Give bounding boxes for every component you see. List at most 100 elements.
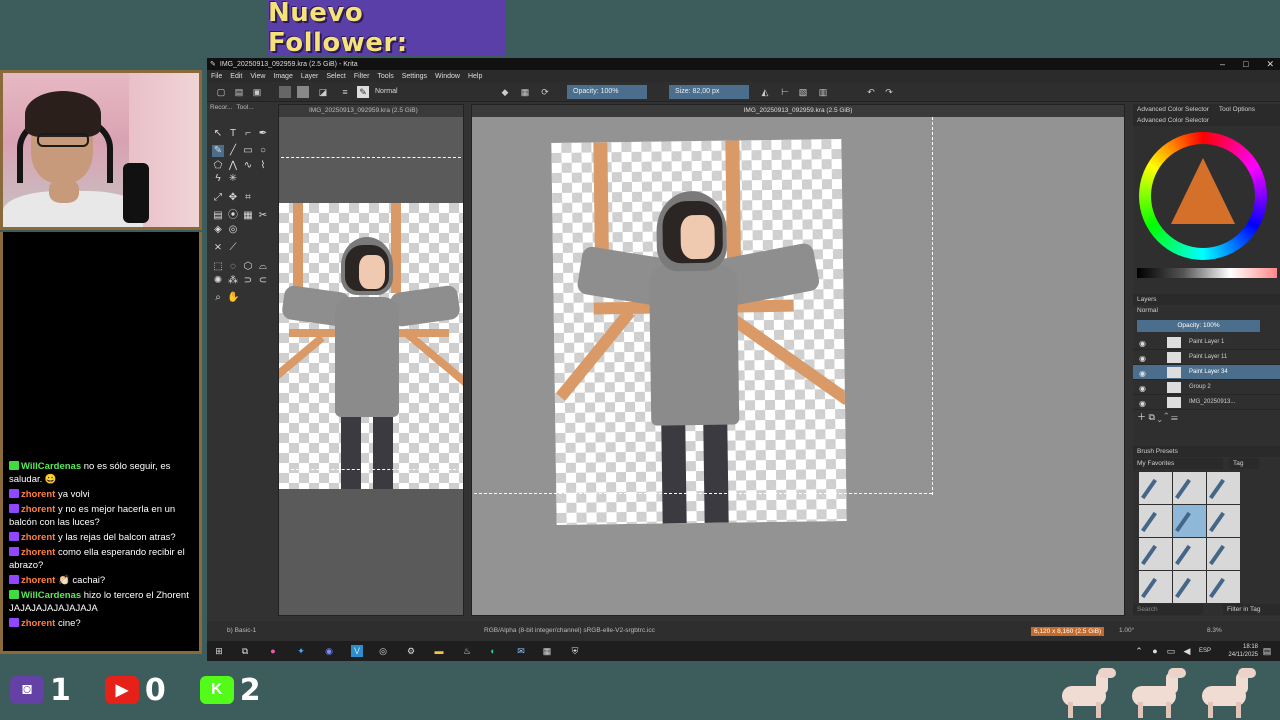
pattern-swatch[interactable] xyxy=(297,86,309,98)
rectangle-tool-icon[interactable]: ▭ xyxy=(242,145,254,157)
brush-preset-thumbnail[interactable] xyxy=(1207,472,1240,504)
color-triangle[interactable] xyxy=(1171,158,1235,224)
brush-preset-thumbnail[interactable] xyxy=(1207,505,1240,537)
docker-tab[interactable]: Tool... xyxy=(236,104,253,116)
menu-window[interactable]: Window xyxy=(435,73,460,80)
edit-shapes-icon[interactable]: ⌐ xyxy=(242,128,254,140)
menu-settings[interactable]: Settings xyxy=(402,73,427,80)
freehand-path-icon[interactable]: ⌇ xyxy=(257,160,269,172)
brush-settings-icon[interactable]: ≡ xyxy=(339,86,351,98)
color-picker-icon[interactable]: ⦿ xyxy=(227,210,239,222)
menu-image[interactable]: Image xyxy=(273,73,292,80)
volume-tray-icon[interactable]: ◀ xyxy=(1181,645,1193,657)
language-indicator[interactable]: ESP xyxy=(1195,645,1215,657)
visibility-eye-icon[interactable]: ◉ xyxy=(1139,336,1146,351)
measure-tool-icon[interactable]: ⟋ xyxy=(227,242,239,254)
undo-icon[interactable]: ↶ xyxy=(865,86,877,98)
dynamic-brush-icon[interactable]: ϟ xyxy=(212,173,224,185)
color-swap-icon[interactable]: ◪ xyxy=(317,86,329,98)
blend-mode-select[interactable]: Normal xyxy=(373,85,493,99)
mirror-vertical-icon[interactable]: ⊢ xyxy=(779,86,791,98)
size-slider[interactable]: Size: 82,00 px xyxy=(669,85,749,99)
edge-taskbar-icon[interactable]: ◐ xyxy=(487,645,499,657)
line-tool-icon[interactable]: ╱ xyxy=(227,145,239,157)
brush-preset-thumbnail[interactable] xyxy=(1139,571,1172,603)
shield-taskbar-icon[interactable]: ⛨ xyxy=(569,645,581,657)
brush-tag-select[interactable]: My Favorites xyxy=(1133,458,1223,469)
chat-username[interactable]: WillCardenas xyxy=(21,461,81,472)
steam-taskbar-icon[interactable]: ♨ xyxy=(461,645,473,657)
brush-preset-thumbnail[interactable] xyxy=(1139,505,1172,537)
brush-tag-label[interactable]: Tag xyxy=(1229,458,1259,469)
workspace-icon[interactable]: ▥ xyxy=(817,86,829,98)
brush-preset-thumbnail[interactable] xyxy=(1173,505,1206,537)
menu-filter[interactable]: Filter xyxy=(354,73,370,80)
smart-patch-icon[interactable]: ✂ xyxy=(257,210,269,222)
menu-select[interactable]: Select xyxy=(326,73,345,80)
visibility-eye-icon[interactable]: ◉ xyxy=(1139,381,1146,396)
freehand-select-icon[interactable]: ⌓ xyxy=(257,261,269,273)
layer-opacity-slider[interactable]: Opacity: 100% xyxy=(1137,320,1260,332)
store-taskbar-icon[interactable]: ▦ xyxy=(541,645,553,657)
app-taskbar-icon[interactable]: ✦ xyxy=(295,645,307,657)
chat-username[interactable]: WillCardenas xyxy=(21,590,81,601)
obs-taskbar-icon[interactable]: ◎ xyxy=(377,645,389,657)
docker-tab[interactable]: Tool Options xyxy=(1219,106,1255,113)
transform-tool-icon[interactable]: ⤢ xyxy=(212,192,224,204)
menu-edit[interactable]: Edit xyxy=(230,73,242,80)
reload-preset-icon[interactable]: ⟳ xyxy=(539,86,551,98)
layer-row[interactable]: ◉ Group 2 xyxy=(1133,380,1280,395)
brush-preset-thumbnail[interactable] xyxy=(1139,538,1172,570)
microphone-tray-icon[interactable]: ● xyxy=(1149,645,1161,657)
visibility-eye-icon[interactable]: ◉ xyxy=(1139,366,1146,381)
menu-view[interactable]: View xyxy=(250,73,265,80)
redo-icon[interactable]: ↷ xyxy=(883,86,895,98)
menu-help[interactable]: Help xyxy=(468,73,482,80)
minimize-button[interactable]: – xyxy=(1220,58,1225,70)
chat-username[interactable]: zhorent xyxy=(21,532,55,543)
move-layer-down-icon[interactable]: ⌄ xyxy=(1157,412,1161,422)
polygon-tool-icon[interactable]: ⬠ xyxy=(212,160,224,172)
docker-tab[interactable]: Advanced Color Selector xyxy=(1137,106,1209,113)
discord-taskbar-icon[interactable]: ◉ xyxy=(323,645,335,657)
zoom-status[interactable]: 8.3% xyxy=(1207,627,1222,634)
crop-tool-icon[interactable]: ⌗ xyxy=(242,192,254,204)
visibility-eye-icon[interactable]: ◉ xyxy=(1139,396,1146,411)
mirror-horizontal-icon[interactable]: ◭ xyxy=(759,86,771,98)
brush-preset-thumbnail[interactable] xyxy=(1173,538,1206,570)
contiguous-select-icon[interactable]: ✺ xyxy=(212,275,224,287)
filter-in-tag-checkbox[interactable]: Filter in Tag xyxy=(1223,604,1280,615)
maximize-button[interactable]: □ xyxy=(1243,58,1248,70)
settings-taskbar-icon[interactable]: ⚙ xyxy=(405,645,417,657)
polygon-select-icon[interactable]: ⬡ xyxy=(242,261,254,273)
brush-preset-thumbnail[interactable] xyxy=(1139,472,1172,504)
eraser-icon[interactable]: ◆ xyxy=(499,86,511,98)
main-canvas-view[interactable]: IMG_20250913_092959.kra (2.5 GiB) xyxy=(471,104,1125,616)
rotation-status[interactable]: 1.00° xyxy=(1119,627,1134,634)
vscode-taskbar-icon[interactable]: V xyxy=(351,645,363,657)
close-button[interactable]: ✕ xyxy=(1266,58,1274,70)
new-document-icon[interactable]: ▢ xyxy=(215,86,227,98)
magnetic-select-icon[interactable]: ⊂ xyxy=(257,275,269,287)
color-history-ramp[interactable] xyxy=(1137,268,1277,278)
chat-username[interactable]: zhorent xyxy=(21,547,55,558)
open-document-icon[interactable]: ▤ xyxy=(233,86,245,98)
brush-preset-icon[interactable]: ✎ xyxy=(357,86,369,98)
layer-row[interactable]: ◉ Paint Layer 1 xyxy=(1133,335,1280,350)
krita-taskbar-icon[interactable]: ● xyxy=(267,645,279,657)
wrap-around-icon[interactable]: ▧ xyxy=(797,86,809,98)
text-tool-icon[interactable]: T xyxy=(227,128,239,140)
network-tray-icon[interactable]: ▭ xyxy=(1165,645,1177,657)
move-tool-icon[interactable]: ✥ xyxy=(227,192,239,204)
rect-select-icon[interactable]: ⬚ xyxy=(212,261,224,273)
menu-layer[interactable]: Layer xyxy=(301,73,319,80)
windows-start-icon[interactable]: ⊞ xyxy=(213,645,225,657)
assistant-tool-icon[interactable]: ⨯ xyxy=(212,242,224,254)
alpha-lock-icon[interactable]: ▦ xyxy=(519,86,531,98)
layer-row[interactable]: ◉ IMG_20250913... xyxy=(1133,395,1280,410)
calligraphy-icon[interactable]: ✒ xyxy=(257,128,269,140)
multibrush-icon[interactable]: ✳ xyxy=(227,173,239,185)
docker-tab[interactable]: Recor... xyxy=(210,104,232,116)
add-layer-icon[interactable]: ＋ xyxy=(1137,412,1146,422)
colorize-mask-icon[interactable]: ▦ xyxy=(242,210,254,222)
